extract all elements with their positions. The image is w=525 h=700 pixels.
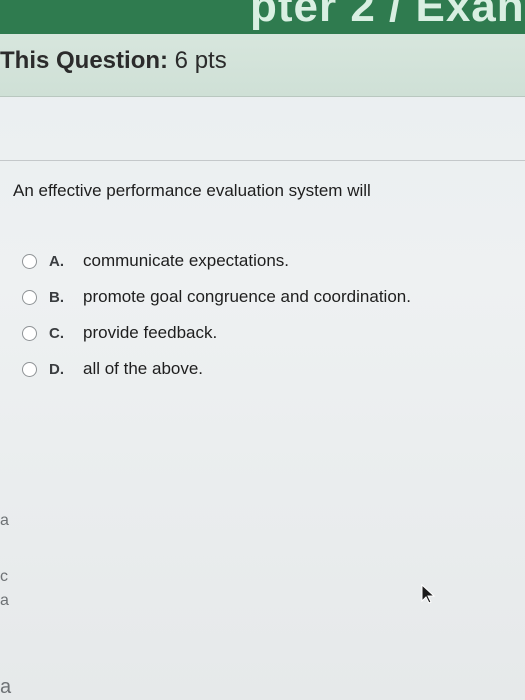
option-c-text: provide feedback.: [83, 323, 218, 342]
option-a-letter: A.: [49, 252, 64, 270]
exam-title: pter 2 / Exan: [250, 0, 525, 31]
points-value: 6 pts: [174, 47, 227, 74]
exam-banner: pter 2 / Exan: [0, 0, 525, 34]
radio-b[interactable]: [22, 289, 37, 305]
left-fragment-3: a: [0, 592, 9, 609]
left-fragment-1: a: [0, 512, 9, 529]
option-b[interactable]: B. promote goal congruence and coordinat…: [22, 279, 411, 315]
option-d-letter: D.: [49, 360, 64, 378]
option-c-letter: C.: [49, 324, 64, 342]
option-a[interactable]: A. communicate expectations.: [22, 243, 411, 279]
radio-d[interactable]: [22, 361, 37, 377]
question-divider: [0, 160, 525, 161]
left-fragment-4: a: [0, 676, 12, 698]
radio-a[interactable]: [22, 253, 37, 269]
points-label: This Question: 6 pts: [0, 47, 227, 75]
option-a-text: communicate expectations.: [83, 251, 289, 270]
option-d[interactable]: D. all of the above.: [22, 351, 411, 387]
radio-c[interactable]: [22, 325, 37, 341]
option-b-text: promote goal congruence and coordination…: [83, 287, 411, 306]
option-c[interactable]: C. provide feedback.: [22, 315, 411, 351]
points-label-text: This Question:: [0, 47, 168, 74]
option-b-letter: B.: [49, 288, 64, 306]
question-points-bar: This Question: 6 pts: [0, 34, 525, 97]
answer-options: A. communicate expectations. B. promote …: [22, 243, 411, 387]
question-text: An effective performance evaluation syst…: [13, 181, 371, 200]
option-d-text: all of the above.: [83, 359, 204, 378]
left-fragment-2: c: [0, 568, 8, 585]
mouse-pointer-icon: [421, 583, 436, 604]
